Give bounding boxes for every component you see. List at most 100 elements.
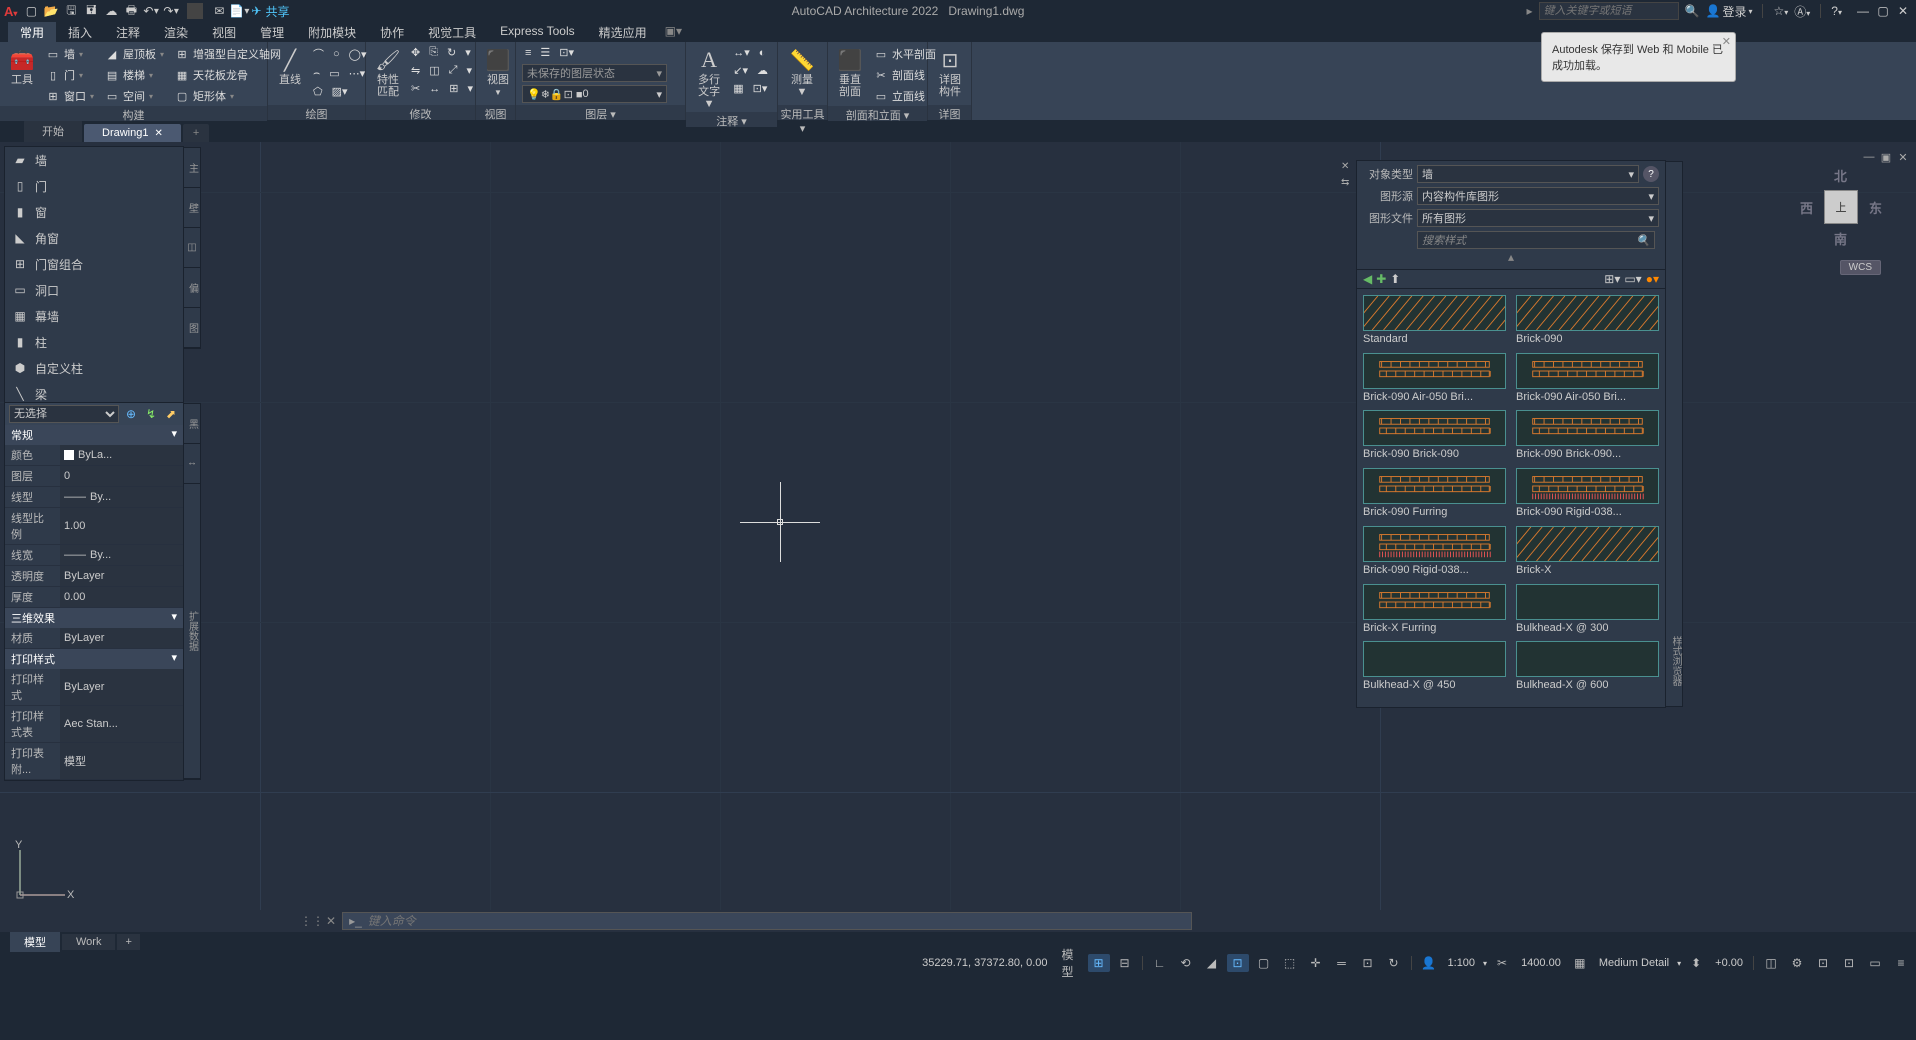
arc-icon[interactable]: ⌢ <box>310 65 323 82</box>
rect-icon[interactable]: ▭ <box>326 65 342 82</box>
close-icon[interactable]: ✕ <box>1896 150 1910 164</box>
prop-row[interactable]: 打印表附...模型 <box>5 743 183 780</box>
layerstate-combo[interactable]: 未保存的图层状态▾ <box>522 64 667 82</box>
layer-icon[interactable]: ⊡▾ <box>556 44 577 61</box>
glass-icon[interactable]: ⊡ <box>1357 954 1379 972</box>
copy-icon[interactable]: ⎘ <box>426 44 441 61</box>
ribbon-tab[interactable]: 精选应用 <box>587 22 659 42</box>
back-icon[interactable]: ◀ <box>1363 272 1372 286</box>
east-label[interactable]: 东 <box>1869 198 1882 217</box>
search-icon[interactable]: 🔍 <box>1685 4 1700 18</box>
offset-icon[interactable]: ◫ <box>426 62 442 79</box>
layout-tab-work[interactable]: Work <box>62 934 115 950</box>
prop-row[interactable]: 打印样式ByLayer <box>5 669 183 706</box>
ribbon-tab[interactable]: 视图 <box>200 22 248 42</box>
prop-row[interactable]: 厚度0.00 <box>5 587 183 608</box>
undo-icon[interactable]: ↶▾ <box>143 3 159 19</box>
plot-icon[interactable]: 🖶 <box>123 3 139 19</box>
grid2-icon[interactable]: ⊟ <box>1114 954 1136 972</box>
poly-icon[interactable]: ⬠ <box>310 83 326 100</box>
people-icon[interactable]: 👤 <box>1418 954 1440 972</box>
vtab[interactable]: 黑 <box>184 404 200 444</box>
ribbon-tab[interactable]: Express Tools <box>488 22 586 42</box>
tool-item-assembly[interactable]: ⊞门窗组合 <box>5 251 183 277</box>
style-item[interactable]: Bulkhead-X @ 300 <box>1516 584 1659 636</box>
open-icon[interactable]: 📂 <box>43 3 59 19</box>
exchange-icon[interactable]: ☆▾ <box>1773 4 1788 18</box>
more-icon[interactable]: ▾ <box>462 44 474 61</box>
cmd-handle[interactable]: ⋮⋮✕ <box>300 914 336 928</box>
redo-icon[interactable]: ↷▾ <box>163 3 179 19</box>
size-icon[interactable]: ▭▾ <box>1624 272 1641 286</box>
layerprop-icon[interactable]: ≡ <box>522 44 534 61</box>
vtab[interactable]: 偏 <box>184 268 200 308</box>
cloud-save-icon[interactable]: ☁ <box>103 3 119 19</box>
qselect-icon[interactable]: ⊕ <box>123 406 139 422</box>
share-button[interactable]: ✈ 共享 <box>251 3 289 20</box>
hw-icon[interactable]: ⊡ <box>1838 954 1860 972</box>
grid-icon[interactable]: ⊞ <box>1088 954 1110 972</box>
ribbon-tab[interactable]: 常用 <box>8 22 56 42</box>
ucs-icon[interactable]: Y X <box>15 840 75 900</box>
prop-row[interactable]: 材质ByLayer <box>5 628 183 649</box>
measure-button[interactable]: 📏 测量▼ <box>784 44 820 100</box>
iso-icon[interactable]: ◫ <box>1760 954 1782 972</box>
minimize-button[interactable]: — <box>1854 3 1872 19</box>
mail-icon[interactable]: ✉ <box>211 3 227 19</box>
maximize-button[interactable]: ▢ <box>1874 3 1892 19</box>
elev-icon[interactable]: ⬍ <box>1685 954 1707 972</box>
snap-icon[interactable]: ∟ <box>1149 954 1171 972</box>
selection-filter[interactable]: 无选择 <box>9 405 119 423</box>
dim-icon[interactable]: ◐ <box>756 44 769 61</box>
style-search[interactable]: 搜索样式🔍 <box>1417 231 1655 249</box>
style-item[interactable]: Brick-X <box>1516 526 1659 578</box>
doc-icon[interactable]: 📄▾ <box>231 3 247 19</box>
drawing-canvas[interactable]: — ▣ ✕ ✕ Autodesk 保存到 Web 和 Mobile 已成功加载。… <box>0 142 1916 910</box>
command-input-box[interactable]: ▸_ <box>342 912 1192 930</box>
rotate-icon[interactable]: ↻ <box>444 44 459 61</box>
tool-item-corner[interactable]: ◣角窗 <box>5 225 183 251</box>
tool-item-door[interactable]: ▯门 <box>5 173 183 199</box>
move-icon[interactable]: ✥ <box>408 44 423 61</box>
mtext-button[interactable]: A 多行文字▼ <box>692 44 726 112</box>
matchprop-button[interactable]: 🖌 特性匹配 <box>372 44 404 100</box>
grid-view-icon[interactable]: ⊞▾ <box>1604 272 1620 286</box>
tool-item-custom-column[interactable]: ⬢自定义柱 <box>5 355 183 381</box>
south-label[interactable]: 南 <box>1834 229 1847 248</box>
elev-value[interactable]: +0.00 <box>1711 957 1747 969</box>
ribbon-tab[interactable]: 协作 <box>368 22 416 42</box>
ribbon-tab[interactable]: 渲染 <box>152 22 200 42</box>
close-icon[interactable]: ✕ <box>1722 35 1731 48</box>
leader-icon[interactable]: ↙▾ <box>730 62 751 79</box>
vtab[interactable]: 壁 <box>184 188 200 228</box>
section-3d[interactable]: 三维效果▾ <box>5 608 183 628</box>
style-item[interactable]: Brick-090 Air-050 Bri... <box>1363 353 1506 405</box>
custom-icon[interactable]: ≡ <box>1890 954 1912 972</box>
tool-item-column[interactable]: ▮柱 <box>5 329 183 355</box>
style-item[interactable]: Brick-090 Rigid-038... <box>1363 526 1506 578</box>
new-icon[interactable]: ▢ <box>23 3 39 19</box>
clean-icon[interactable]: ▭ <box>1864 954 1886 972</box>
north-label[interactable]: 北 <box>1834 166 1847 185</box>
polyline-icon[interactable]: ⌒ <box>310 44 327 64</box>
close-icon[interactable]: ✕ <box>326 914 336 928</box>
layout-tab-new[interactable]: + <box>117 934 139 950</box>
prop-row[interactable]: 线型比例1.00 <box>5 508 183 545</box>
stair-button[interactable]: ▤楼梯▾ <box>101 65 167 85</box>
detail-icon[interactable]: ▦ <box>1569 954 1591 972</box>
more-icon[interactable]: ▾ <box>464 80 476 97</box>
ribbon-tab[interactable]: 插入 <box>56 22 104 42</box>
wcs-label[interactable]: WCS <box>1840 260 1881 275</box>
section-plot[interactable]: 打印样式▾ <box>5 649 183 669</box>
ribbon-tab[interactable]: 视觉工具 <box>416 22 488 42</box>
line-button[interactable]: ╱ 直线 <box>274 44 306 88</box>
pin-icon[interactable]: ⇆ <box>1341 177 1355 191</box>
window-button[interactable]: ⊞窗口▾ <box>42 86 97 106</box>
roof-button[interactable]: ◢屋顶板▾ <box>101 44 167 64</box>
doc-tab-drawing[interactable]: Drawing1✕ <box>84 124 181 142</box>
help-search[interactable] <box>1539 2 1679 20</box>
style-item[interactable]: Brick-090 Brick-090 <box>1363 410 1506 462</box>
circle-icon[interactable]: ○ <box>330 44 343 64</box>
saveas-icon[interactable]: 🖬 <box>83 3 99 19</box>
vtab[interactable]: ◫ <box>184 228 200 268</box>
